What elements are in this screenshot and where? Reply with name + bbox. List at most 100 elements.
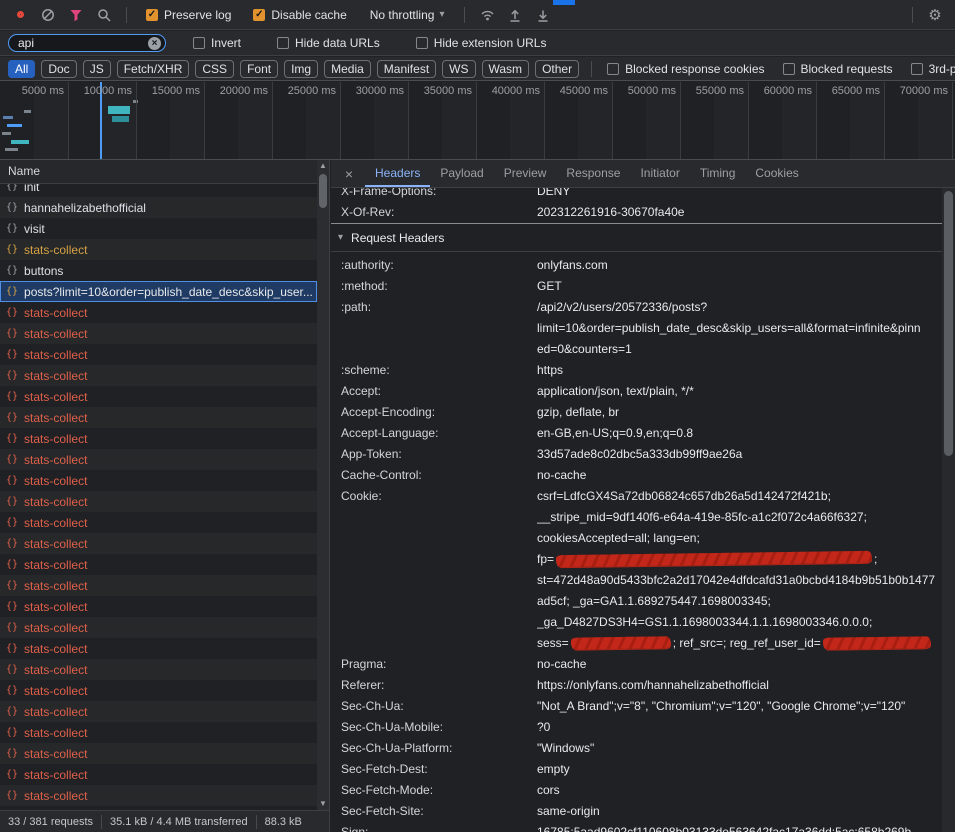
filter-checkbox-blocked-requests[interactable]: Blocked requests	[783, 62, 893, 76]
request-row[interactable]: {}stats-collect	[0, 722, 317, 743]
timeline-label: 55000 ms	[684, 85, 744, 97]
hide-data-urls-checkbox[interactable]: Hide data URLs	[277, 36, 380, 50]
request-row[interactable]: {}stats-collect	[0, 764, 317, 785]
request-name: buttons	[24, 264, 313, 278]
scrollbar-thumb[interactable]	[944, 191, 953, 456]
preserve-log-checkbox[interactable]: ✓ Preserve log	[146, 8, 231, 22]
filter-checkbox-3rd-party-requests[interactable]: 3rd-party requests	[911, 62, 955, 76]
request-row[interactable]: {}hannahelizabethofficial	[0, 197, 317, 218]
headers-detail-pane[interactable]: X-Frame-Options:DENYX-Of-Rev:20231226191…	[331, 188, 942, 832]
request-row[interactable]: {}stats-collect	[0, 302, 317, 323]
request-row[interactable]: {}stats-collect	[0, 365, 317, 386]
tab-payload[interactable]: Payload	[430, 160, 493, 187]
header-name: Accept-Encoding:	[341, 402, 537, 423]
timeline-gridline	[884, 82, 885, 159]
request-row[interactable]: {}stats-collect	[0, 386, 317, 407]
import-har-button[interactable]	[503, 3, 527, 27]
request-row[interactable]: {}stats-collect	[0, 596, 317, 617]
search-button[interactable]	[92, 3, 116, 27]
request-headers-section-toggle[interactable]: ▾ Request Headers	[331, 224, 942, 252]
type-filter-font[interactable]: Font	[240, 60, 278, 78]
scroll-up-icon[interactable]: ▲	[317, 160, 329, 172]
request-row[interactable]: {}stats-collect	[0, 428, 317, 449]
timeline-overview[interactable]: 5000 ms10000 ms15000 ms20000 ms25000 ms3…	[0, 82, 955, 160]
detail-scrollbar[interactable]	[942, 188, 955, 832]
type-filter-all[interactable]: All	[8, 60, 35, 78]
preserve-log-label: Preserve log	[164, 8, 231, 22]
tab-response[interactable]: Response	[556, 160, 630, 187]
type-filter-ws[interactable]: WS	[442, 60, 475, 78]
request-type-icon: {}	[6, 454, 18, 465]
request-row[interactable]: {}stats-collect	[0, 449, 317, 470]
type-filter-wasm[interactable]: Wasm	[482, 60, 530, 78]
tab-preview[interactable]: Preview	[494, 160, 557, 187]
redaction-scribble	[556, 551, 872, 567]
request-name: stats-collect	[24, 369, 313, 383]
filter-input[interactable]: api ×	[8, 34, 166, 52]
request-row[interactable]: {}stats-collect	[0, 239, 317, 260]
request-row[interactable]: {}stats-collect	[0, 785, 317, 806]
scroll-down-icon[interactable]: ▼	[317, 798, 329, 810]
request-row[interactable]: {}stats-collect	[0, 701, 317, 722]
disable-cache-checkbox[interactable]: ✓ Disable cache	[253, 8, 346, 22]
request-row[interactable]: {}stats-collect	[0, 533, 317, 554]
triangle-down-icon: ▾	[338, 232, 343, 243]
invert-checkbox[interactable]: Invert	[193, 36, 241, 50]
type-filter-doc[interactable]: Doc	[41, 60, 76, 78]
request-row[interactable]: {}stats-collect	[0, 680, 317, 701]
settings-gear-icon[interactable]: ⚙	[923, 3, 947, 27]
filter-checkbox-blocked-response-cookies[interactable]: Blocked response cookies	[607, 62, 764, 76]
timeline-label: 10000 ms	[72, 85, 132, 97]
request-detail-panel: × HeadersPayloadPreviewResponseInitiator…	[331, 160, 955, 832]
request-row[interactable]: {}stats-collect	[0, 554, 317, 575]
tab-headers[interactable]: Headers	[365, 160, 430, 187]
type-filter-css[interactable]: CSS	[195, 60, 234, 78]
request-row[interactable]: {}buttons	[0, 260, 317, 281]
clear-filter-icon[interactable]: ×	[148, 37, 161, 50]
header-name: Cookie:	[341, 486, 537, 507]
request-row[interactable]: {}stats-collect	[0, 491, 317, 512]
request-row[interactable]: {}init	[0, 184, 317, 197]
tab-cookies[interactable]: Cookies	[745, 160, 808, 187]
tab-initiator[interactable]: Initiator	[630, 160, 689, 187]
request-row[interactable]: {}stats-collect	[0, 344, 317, 365]
toolbar-divider	[912, 7, 913, 23]
filter-input-value: api	[18, 36, 34, 50]
timeline-gridline	[68, 82, 69, 159]
request-row[interactable]: {}stats-collect	[0, 575, 317, 596]
redaction-scribble	[823, 636, 931, 650]
request-row[interactable]: {}stats-collect	[0, 470, 317, 491]
request-row[interactable]: {}visit	[0, 218, 317, 239]
close-detail-icon[interactable]: ×	[341, 160, 357, 187]
record-button[interactable]	[8, 3, 32, 27]
type-filter-img[interactable]: Img	[284, 60, 318, 78]
list-scrollbar[interactable]: ▲ ▼	[317, 160, 329, 810]
type-filter-media[interactable]: Media	[324, 60, 371, 78]
clear-button[interactable]	[36, 3, 60, 27]
filter-toggle-button[interactable]	[64, 3, 88, 27]
request-row[interactable]: {}stats-collect	[0, 512, 317, 533]
scrollbar-thumb[interactable]	[319, 174, 327, 208]
type-filter-js[interactable]: JS	[83, 60, 111, 78]
timeline-label: 5000 ms	[4, 85, 64, 97]
request-row[interactable]: {}stats-collect	[0, 617, 317, 638]
hide-extension-urls-checkbox[interactable]: Hide extension URLs	[416, 36, 547, 50]
name-column-header[interactable]: Name	[0, 160, 329, 184]
tab-timing[interactable]: Timing	[690, 160, 746, 187]
export-har-button[interactable]	[531, 3, 555, 27]
type-filter-manifest[interactable]: Manifest	[377, 60, 436, 78]
type-filter-fetch-xhr[interactable]: Fetch/XHR	[117, 60, 190, 78]
throttling-dropdown[interactable]: No throttling ▾	[370, 8, 445, 22]
request-row[interactable]: {}stats-collect	[0, 323, 317, 344]
header-value: https	[537, 360, 942, 381]
request-row[interactable]: {}stats-collect	[0, 659, 317, 680]
request-row[interactable]: {}posts?limit=10&order=publish_date_desc…	[0, 281, 317, 302]
request-type-icon: {}	[6, 433, 18, 444]
request-row[interactable]: {}stats-collect	[0, 743, 317, 764]
type-filter-other[interactable]: Other	[535, 60, 579, 78]
request-row[interactable]: {}stats-collect	[0, 407, 317, 428]
request-row[interactable]: {}stats-collect	[0, 638, 317, 659]
request-type-icon: {}	[6, 244, 18, 255]
network-conditions-button[interactable]	[475, 3, 499, 27]
header-row: Accept-Encoding:gzip, deflate, br	[341, 402, 942, 423]
